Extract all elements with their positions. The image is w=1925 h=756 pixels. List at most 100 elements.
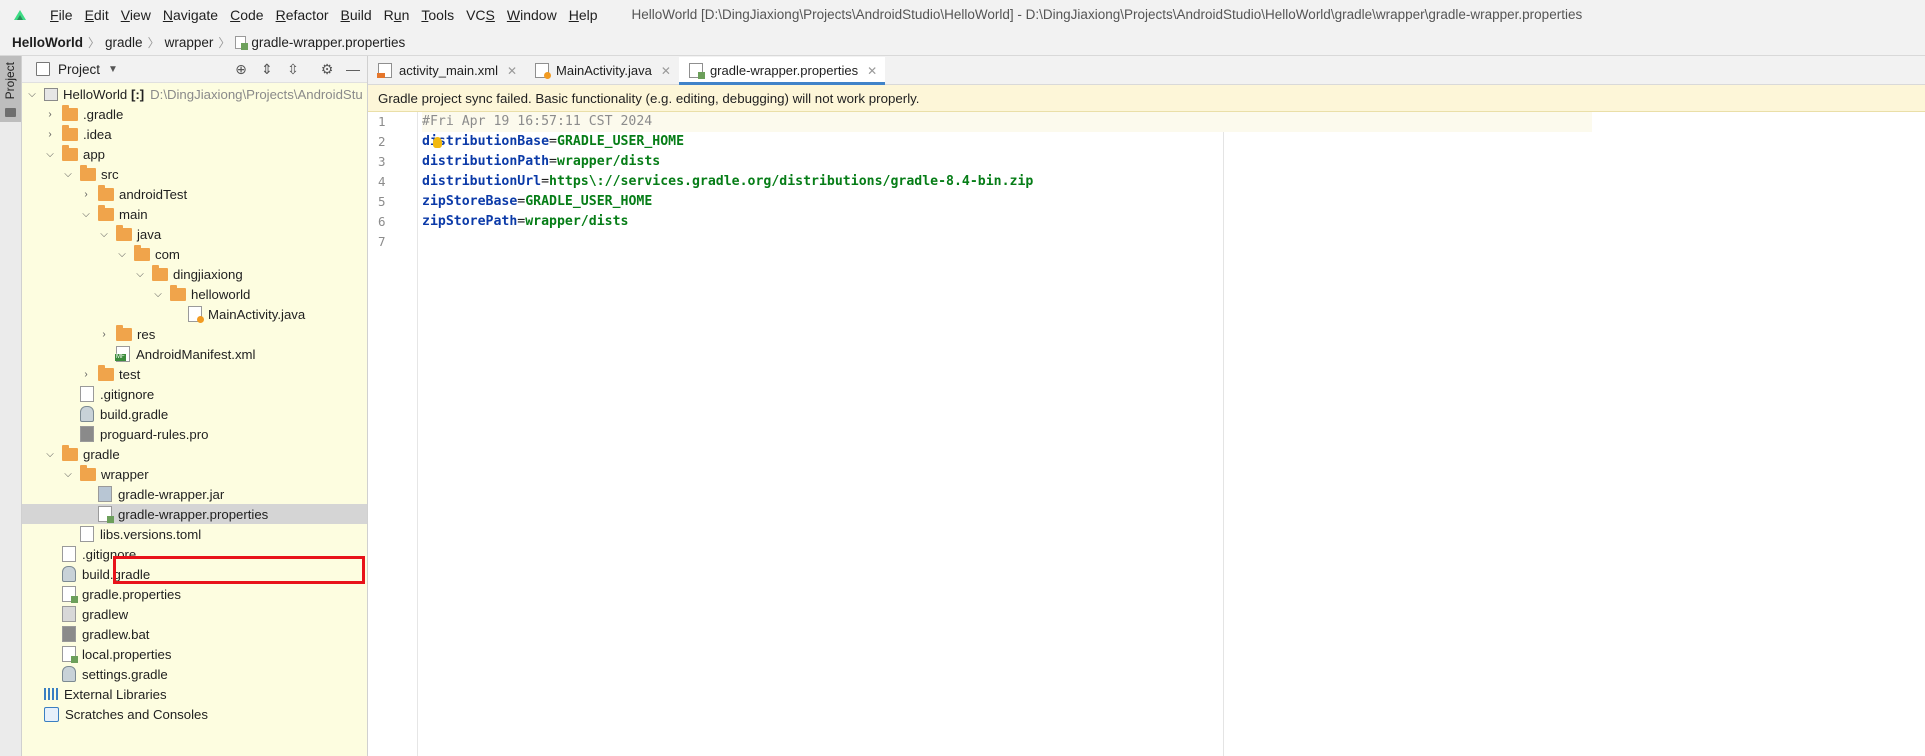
menu-window[interactable]: Window	[501, 7, 563, 23]
chevron-down-icon[interactable]: ⌵	[152, 289, 164, 300]
menu-file[interactable]: File	[44, 7, 79, 23]
chevron-right-icon[interactable]: ›	[98, 329, 110, 340]
menu-view[interactable]: View	[115, 7, 157, 23]
tree-item-app[interactable]: ⌵ app	[22, 144, 367, 164]
line-number: 1	[378, 114, 386, 129]
project-panel-header: Project ▼ ⊕ ⇕ ⇳ ⚙ —	[22, 56, 367, 83]
gear-icon[interactable]: ⚙	[317, 59, 337, 79]
panel-actions: ⊕ ⇕ ⇳ ⚙ —	[225, 59, 363, 79]
chevron-right-icon[interactable]: ›	[80, 189, 92, 200]
chevron-right-icon[interactable]: ›	[80, 369, 92, 380]
tree-item-main[interactable]: ⌵ main	[22, 204, 367, 224]
code-line[interactable]: zipStoreBase=GRADLE_USER_HOME	[422, 192, 1592, 212]
tab-activity-main-xml[interactable]: activity_main.xml ✕	[368, 57, 525, 84]
tree-item-libs-versions[interactable]: libs.versions.toml	[22, 524, 367, 544]
code-line[interactable]: distributionBase=GRADLE_USER_HOME	[422, 132, 1592, 152]
code-line[interactable]: distributionPath=wrapper/dists	[422, 152, 1592, 172]
tree-item-src[interactable]: ⌵ src	[22, 164, 367, 184]
tree-item-gradlew-bat[interactable]: gradlew.bat	[22, 624, 367, 644]
tree-item-app-gitignore[interactable]: .gitignore	[22, 384, 367, 404]
code-editor[interactable]: 1 2 3 4 5 6 7 #Fri Apr 19 16:57:11 CST 2…	[368, 112, 1925, 756]
code-line[interactable]: #Fri Apr 19 16:57:11 CST 2024	[422, 112, 1592, 132]
properties-file-icon	[688, 63, 705, 79]
chevron-down-icon[interactable]: ⌵	[80, 209, 92, 220]
tree-item-test[interactable]: › test	[22, 364, 367, 384]
tree-item-gradle-properties[interactable]: gradle.properties	[22, 584, 367, 604]
tree-item-wrapper[interactable]: ⌵ wrapper	[22, 464, 367, 484]
chevron-down-icon[interactable]: ▼	[108, 64, 118, 75]
tree-item-root[interactable]: ⌵ HelloWorld [:] D:\DingJiaxiong\Project…	[22, 84, 367, 104]
code-line[interactable]: zipStorePath=wrapper/dists	[422, 212, 1592, 232]
breadcrumb-wrapper[interactable]: wrapper	[161, 35, 218, 50]
collapse-all-icon[interactable]: ⇳	[283, 59, 303, 79]
tree-item-helloworld[interactable]: ⌵ helloworld	[22, 284, 367, 304]
menu-tools[interactable]: Tools	[415, 7, 460, 23]
breadcrumb-project[interactable]: HelloWorld	[8, 35, 87, 50]
chevron-down-icon[interactable]: ⌵	[134, 269, 146, 280]
tree-item-com[interactable]: ⌵ com	[22, 244, 367, 264]
tree-item-wrapper-properties[interactable]: gradle-wrapper.properties	[22, 504, 367, 524]
line-number: 7	[378, 234, 386, 249]
module-suffix: [:]	[130, 86, 145, 102]
menu-navigate[interactable]: Navigate	[157, 7, 224, 23]
chevron-right-icon[interactable]: ›	[44, 129, 56, 140]
tree-item-mainactivity[interactable]: MainActivity.java	[22, 304, 367, 324]
tree-item-external-libraries[interactable]: External Libraries	[22, 684, 367, 704]
tree-item-wrapper-jar[interactable]: gradle-wrapper.jar	[22, 484, 367, 504]
tree-item-local-properties[interactable]: local.properties	[22, 644, 367, 664]
menu-help[interactable]: Help	[563, 7, 604, 23]
project-panel: Project ▼ ⊕ ⇕ ⇳ ⚙ — ⌵ HelloWorld [:] D:\…	[22, 56, 368, 756]
locate-file-icon[interactable]: ⊕	[231, 59, 251, 79]
close-icon[interactable]: ✕	[867, 64, 877, 78]
code-line[interactable]: distributionUrl=https\://services.gradle…	[422, 172, 1592, 192]
chevron-down-icon[interactable]: ⌵	[116, 249, 128, 260]
line-number: 4	[378, 174, 386, 189]
tree-item-dot-gradle[interactable]: › .gradle	[22, 104, 367, 124]
tree-item-root-build-gradle[interactable]: build.gradle	[22, 564, 367, 584]
chevron-down-icon[interactable]: ⌵	[62, 169, 74, 180]
menu-vcs[interactable]: VCS	[460, 7, 501, 23]
tree-item-settings-gradle[interactable]: settings.gradle	[22, 664, 367, 684]
breadcrumb-file[interactable]: gradle-wrapper.properties	[231, 35, 409, 50]
menu-edit[interactable]: Edit	[79, 7, 115, 23]
lightbulb-icon[interactable]	[433, 137, 442, 148]
menu-refactor[interactable]: Refactor	[270, 7, 335, 23]
xml-file-icon	[377, 63, 392, 78]
tree-item-dingjiaxiong[interactable]: ⌵ dingjiaxiong	[22, 264, 367, 284]
project-tool-window-tab[interactable]: Project	[0, 56, 21, 122]
breadcrumb-separator-icon: 〉	[218, 35, 231, 50]
chevron-down-icon[interactable]: ⌵	[62, 469, 74, 480]
menu-run[interactable]: Run	[378, 7, 416, 23]
tree-item-java[interactable]: ⌵ java	[22, 224, 367, 244]
close-icon[interactable]: ✕	[661, 64, 671, 78]
tree-item-gradle[interactable]: ⌵ gradle	[22, 444, 367, 464]
chevron-right-icon[interactable]: ›	[44, 109, 56, 120]
menu-code[interactable]: Code	[224, 7, 269, 23]
tree-item-app-build-gradle[interactable]: build.gradle	[22, 404, 367, 424]
batch-file-icon	[62, 626, 76, 642]
breadcrumb-gradle[interactable]: gradle	[101, 35, 147, 50]
tab-gradle-wrapper-properties[interactable]: gradle-wrapper.properties ✕	[678, 57, 886, 85]
expand-all-icon[interactable]: ⇕	[257, 59, 277, 79]
tree-item-root-gitignore[interactable]: .gitignore	[22, 544, 367, 564]
folder-icon	[62, 144, 78, 161]
chevron-down-icon[interactable]: ⌵	[44, 149, 56, 160]
gradle-file-icon	[80, 406, 94, 422]
tree-item-idea[interactable]: › .idea	[22, 124, 367, 144]
code-text[interactable]: #Fri Apr 19 16:57:11 CST 2024 distributi…	[422, 112, 1592, 252]
close-icon[interactable]: ✕	[507, 64, 517, 78]
chevron-down-icon[interactable]: ⌵	[44, 449, 56, 460]
hide-panel-icon[interactable]: —	[343, 59, 363, 79]
code-line[interactable]	[422, 232, 1592, 252]
tree-item-res[interactable]: › res	[22, 324, 367, 344]
tree-item-manifest[interactable]: AndroidManifest.xml	[22, 344, 367, 364]
tab-mainactivity-java[interactable]: MainActivity.java ✕	[525, 57, 679, 84]
tree-item-scratches[interactable]: Scratches and Consoles	[22, 704, 367, 724]
tree-item-gradlew[interactable]: gradlew	[22, 604, 367, 624]
menu-build[interactable]: Build	[335, 7, 378, 23]
chevron-down-icon[interactable]: ⌵	[98, 229, 110, 240]
scratches-icon	[44, 706, 59, 722]
tree-item-androidtest[interactable]: › androidTest	[22, 184, 367, 204]
tree-item-proguard[interactable]: proguard-rules.pro	[22, 424, 367, 444]
chevron-down-icon[interactable]: ⌵	[26, 89, 38, 100]
